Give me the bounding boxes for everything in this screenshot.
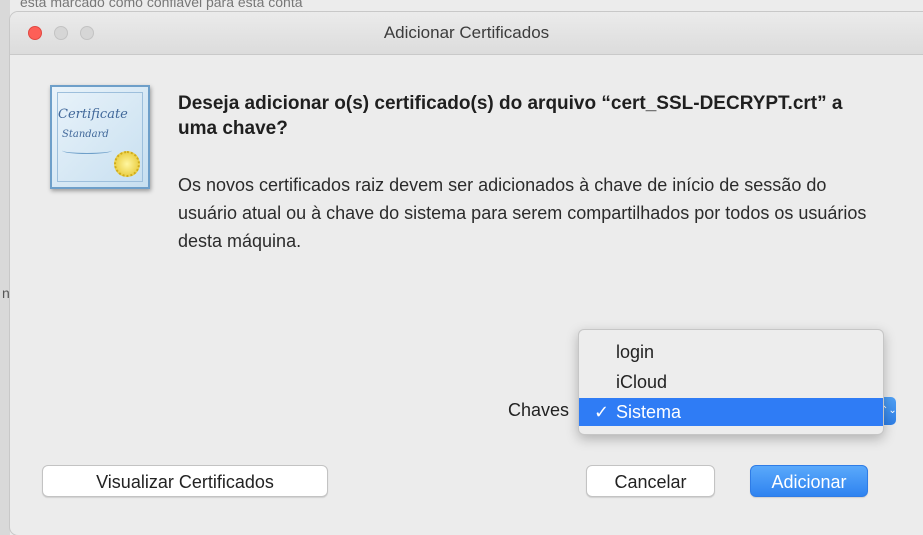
- window-title: Adicionar Certificados: [383, 23, 550, 42]
- add-button[interactable]: Adicionar: [750, 465, 868, 497]
- dialog-heading: Deseja adicionar o(s) certificado(s) do …: [178, 93, 843, 139]
- certificate-seal-icon: [114, 151, 140, 177]
- dialog-message: Os novos certificados raiz devem ser adi…: [178, 175, 867, 251]
- add-certificates-dialog: Adicionar Certificados Certificate Stand…: [10, 12, 923, 535]
- menu-item-label: login: [616, 342, 655, 362]
- keychain-label: Chaves: [508, 400, 570, 420]
- background-window-edge: n: [0, 0, 10, 535]
- certificate-icon: Certificate Standard: [50, 85, 150, 189]
- background-text-fragment: n: [2, 285, 10, 301]
- certificate-icon-title: Certificate: [58, 107, 128, 122]
- checkmark-icon: ✓: [594, 402, 610, 422]
- certificate-icon-subtitle: Standard: [62, 129, 109, 140]
- certificate-flourish: [62, 147, 112, 154]
- menu-item-sistema[interactable]: ✓ Sistema: [579, 398, 883, 426]
- background-window-text: esta marcado como confiável para esta co…: [20, 0, 303, 10]
- title-bar: Adicionar Certificados: [10, 12, 923, 55]
- menu-item-login[interactable]: login: [579, 338, 883, 366]
- menu-item-icloud[interactable]: iCloud: [579, 368, 883, 396]
- menu-item-label: iCloud: [616, 372, 668, 392]
- keychain-dropdown-menu: login iCloud ✓ Sistema: [578, 329, 884, 435]
- menu-item-label: Sistema: [616, 402, 682, 422]
- view-certificates-button[interactable]: Visualizar Certificados: [42, 465, 328, 497]
- cancel-button[interactable]: Cancelar: [586, 465, 715, 497]
